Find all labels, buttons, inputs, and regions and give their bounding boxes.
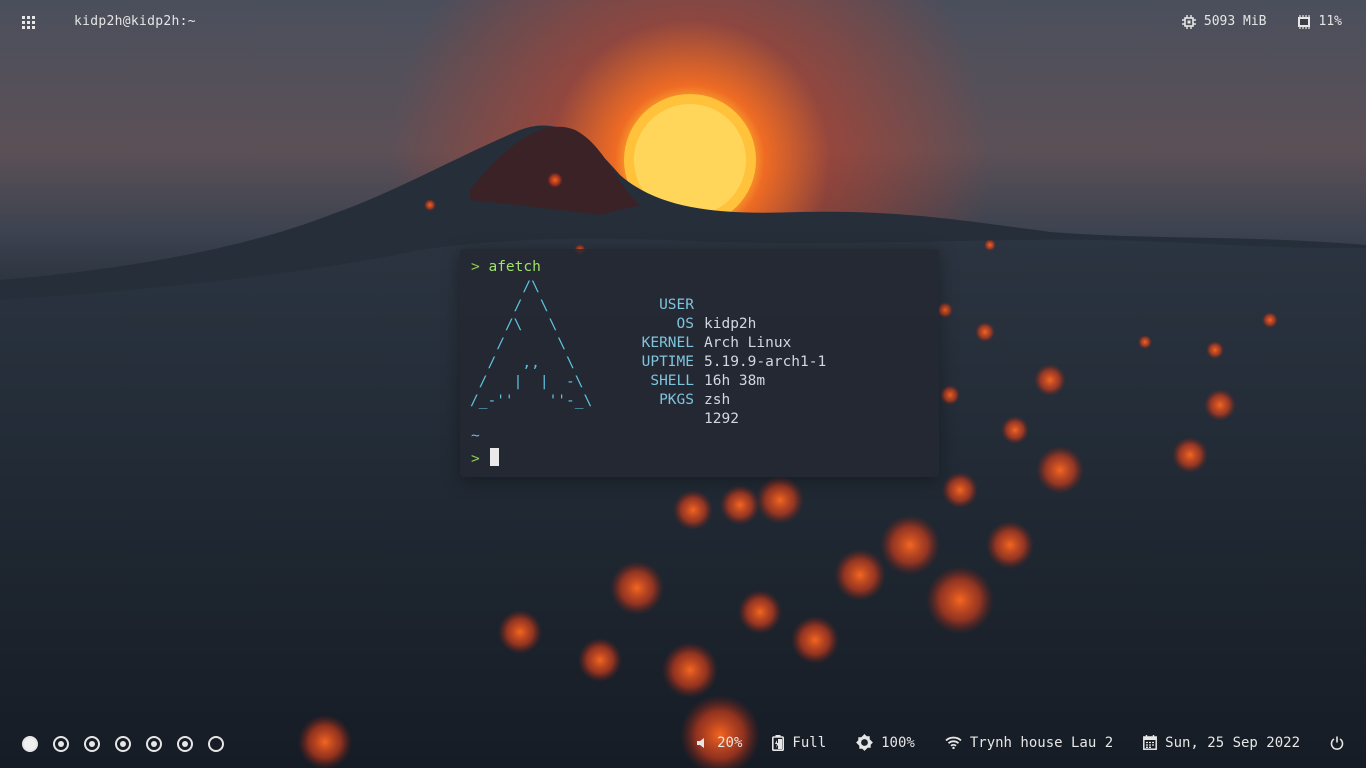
- workspace-6[interactable]: [177, 736, 193, 752]
- battery-widget[interactable]: Full: [772, 734, 827, 751]
- wifi-widget[interactable]: Trynh house Lau 2: [945, 735, 1113, 751]
- battery-status: Full: [792, 734, 827, 751]
- command-line: > afetch: [471, 258, 541, 277]
- date-text: Sun, 25 Sep 2022: [1165, 734, 1300, 751]
- prompt-symbol: >: [471, 259, 480, 275]
- top-bar: kidp2h@kidp2h:~ 5093 MiB 11%: [0, 0, 1366, 45]
- wifi-network: Trynh house Lau 2: [969, 734, 1114, 751]
- wifi-icon: [945, 736, 962, 749]
- bottom-bar: 20% Full 100% Trynh house Lau 2 Sun, 25 …: [0, 720, 1366, 768]
- workspace-4[interactable]: [115, 736, 131, 752]
- workspace-2[interactable]: [53, 736, 69, 752]
- workspace-1[interactable]: [22, 736, 38, 752]
- memory-usage: 5093 MiB: [1203, 14, 1267, 29]
- apps-grid-icon[interactable]: [22, 16, 35, 29]
- brightness-icon: [856, 734, 874, 751]
- power-icon: [1330, 736, 1344, 750]
- workspace-7[interactable]: [208, 736, 224, 752]
- battery-icon: [772, 734, 785, 751]
- workspace-3[interactable]: [84, 736, 100, 752]
- cpu-icon: [1297, 14, 1310, 29]
- calendar-icon: [1143, 735, 1158, 750]
- power-button[interactable]: [1330, 736, 1344, 750]
- workspace-switcher: [22, 736, 224, 752]
- memory-widget[interactable]: 5093 MiB: [1181, 14, 1267, 29]
- sysinfo-row-pkgs: PKGS 1292: [0, 372, 1366, 448]
- command-text: afetch: [488, 259, 541, 275]
- volume-widget[interactable]: 20%: [697, 735, 742, 751]
- sysinfo-key: PKGS: [659, 392, 694, 408]
- brightness-level: 100%: [881, 734, 915, 751]
- prompt-symbol-2: >: [471, 451, 480, 467]
- sysinfo-value: 1292: [704, 411, 739, 427]
- status-area: 20% Full 100% Trynh house Lau 2 Sun, 25 …: [697, 734, 1344, 751]
- workspace-5[interactable]: [146, 736, 162, 752]
- volume-level: 20%: [717, 734, 743, 751]
- cpu-widget[interactable]: 11%: [1297, 14, 1342, 29]
- calendar-widget[interactable]: Sun, 25 Sep 2022: [1143, 735, 1300, 751]
- memory-chip-icon: [1181, 14, 1196, 29]
- window-title: kidp2h@kidp2h:~: [74, 14, 196, 29]
- volume-icon: [697, 737, 705, 748]
- text-cursor: [490, 448, 500, 466]
- cpu-usage: 11%: [1318, 14, 1342, 29]
- input-line[interactable]: >: [471, 448, 500, 469]
- system-monitor: 5093 MiB 11%: [1152, 14, 1342, 29]
- brightness-widget[interactable]: 100%: [856, 734, 915, 751]
